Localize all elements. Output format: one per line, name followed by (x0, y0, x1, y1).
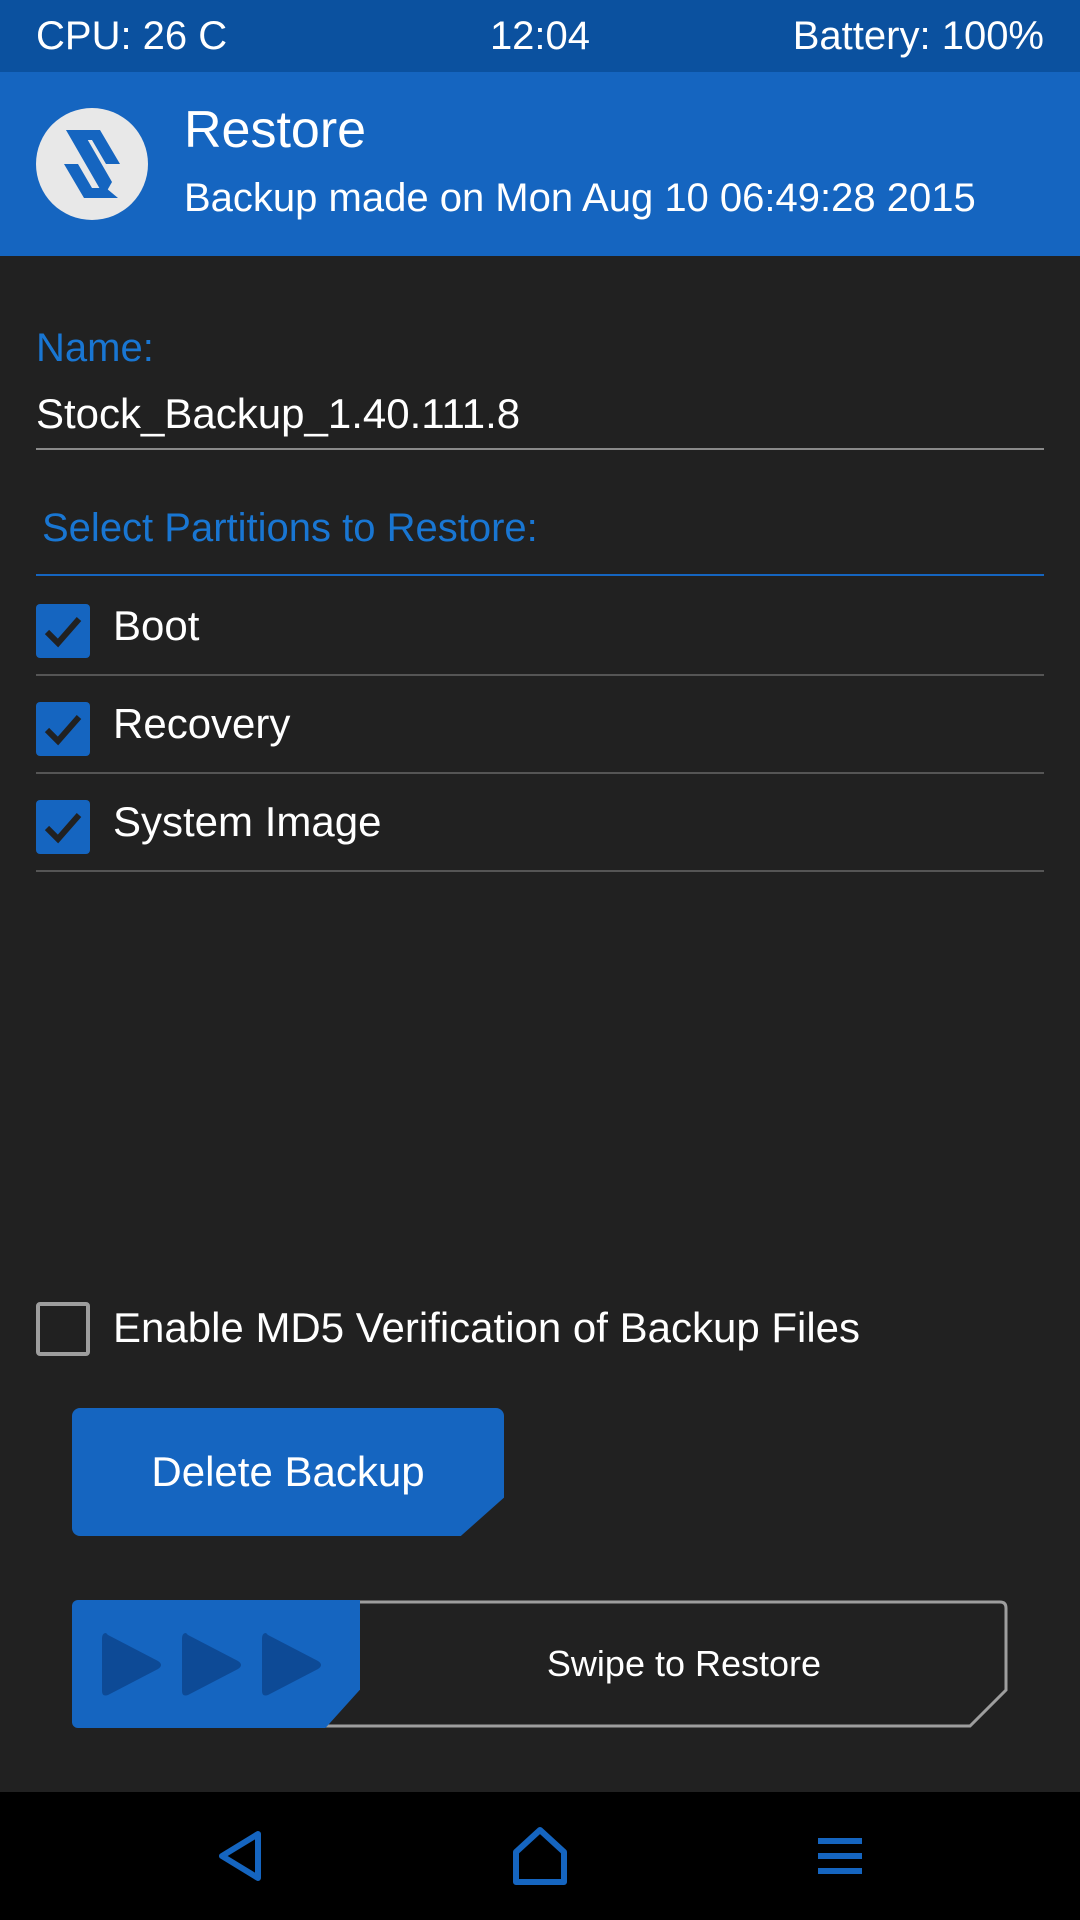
partition-label: Recovery (113, 700, 291, 747)
backup-name-value: Stock_Backup_1.40.111.8 (36, 390, 521, 437)
partition-label: System Image (113, 798, 382, 845)
backup-date: Backup made on Mon Aug 10 06:49:28 2015 (184, 176, 976, 220)
navigation-bar (0, 1792, 1080, 1920)
swipe-handle[interactable] (72, 1600, 360, 1728)
partitions-label: Select Partitions to Restore: (42, 506, 538, 550)
md5-label: Enable MD5 Verification of Backup Files (113, 1304, 861, 1351)
battery-level: Battery: 100% (792, 13, 1044, 58)
home-icon[interactable] (504, 1820, 576, 1892)
name-divider (36, 448, 1044, 450)
checkbox-checked-icon[interactable] (36, 800, 90, 854)
checkbox-checked-icon[interactable] (36, 702, 90, 756)
swipe-to-restore-slider[interactable]: Swipe to Restore (72, 1600, 1008, 1728)
cpu-temperature: CPU: 26 C (36, 13, 228, 58)
swipe-label: Swipe to Restore (546, 1643, 822, 1684)
checkbox-checked-icon[interactable] (36, 604, 90, 658)
triple-arrow-right-icon (102, 1633, 321, 1696)
page-title: Restore (184, 101, 367, 159)
delete-backup-button[interactable]: Delete Backup (72, 1408, 504, 1536)
status-bar: CPU: 26 C 12:04 Battery: 100% (0, 0, 1080, 72)
partition-row-system-image[interactable]: System Image (36, 774, 1044, 872)
md5-verification-toggle[interactable]: Enable MD5 Verification of Backup Files (36, 1300, 1044, 1360)
name-label: Name: (36, 326, 154, 370)
back-icon[interactable] (206, 1820, 278, 1892)
checkbox-unchecked-icon[interactable] (36, 1302, 90, 1356)
partition-row-boot[interactable]: Boot (36, 578, 1044, 676)
menu-icon[interactable] (804, 1820, 876, 1892)
twrp-logo-icon (36, 108, 148, 220)
partition-row-recovery[interactable]: Recovery (36, 676, 1044, 774)
header: Restore Backup made on Mon Aug 10 06:49:… (0, 72, 1080, 256)
partition-label: Boot (113, 602, 200, 649)
partitions-divider (36, 574, 1044, 576)
